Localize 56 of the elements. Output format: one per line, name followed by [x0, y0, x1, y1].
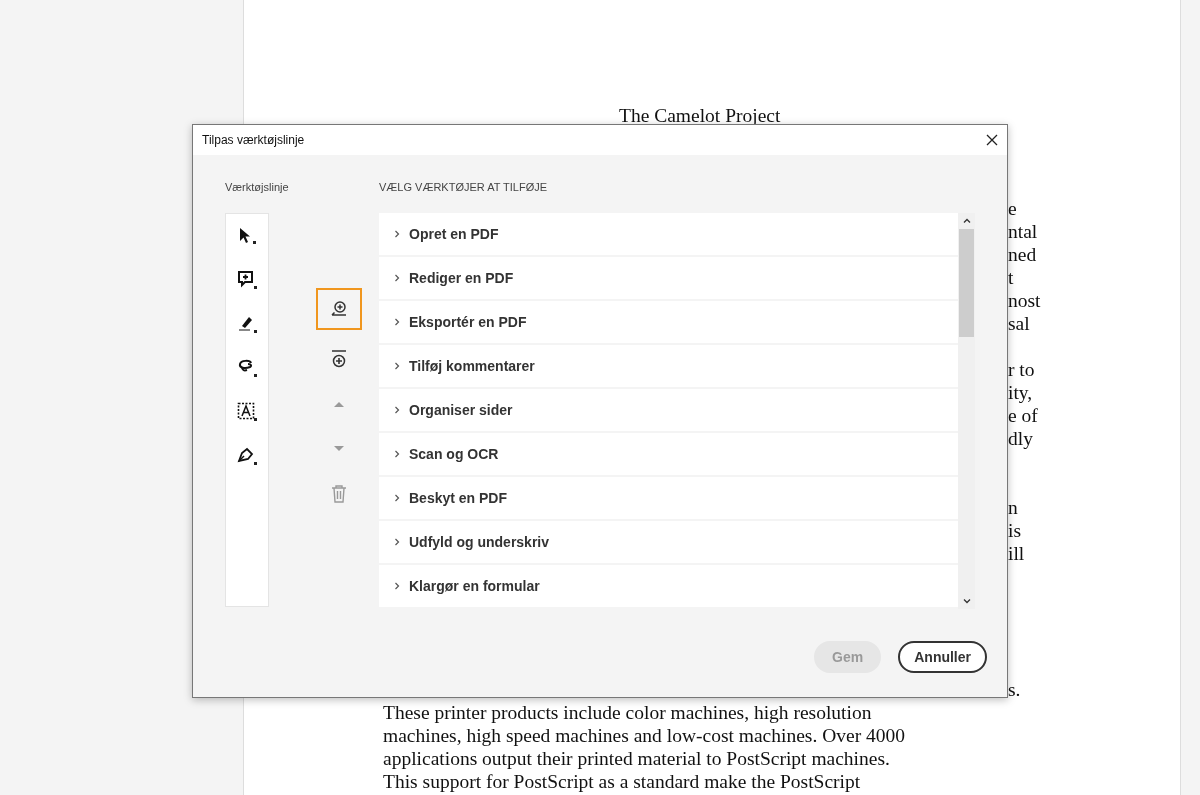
comment-add-icon[interactable] — [237, 270, 257, 290]
document-text: e of — [1008, 405, 1038, 426]
document-text: ity, — [1008, 382, 1033, 403]
chevron-icon — [394, 450, 400, 458]
document-text: ill — [1008, 543, 1025, 564]
document-text: This support for PostScript as a standard make the PostScript — [383, 770, 862, 793]
chevron-icon — [394, 494, 400, 502]
document-text: nost — [1008, 290, 1041, 311]
triangle-down-icon — [332, 444, 346, 454]
chevron-icon — [394, 362, 400, 370]
document-text: t — [1008, 267, 1014, 288]
document-text: applications output their printed material to PostScript machines. — [383, 747, 891, 770]
document-text: machines, high speed machines and low-cost machines. Over 4000 — [383, 724, 907, 747]
add-above-icon — [329, 349, 349, 369]
lasso-icon[interactable] — [237, 358, 257, 378]
tools-heading: VÆLG VÆRKTØJER AT TILFØJE — [379, 181, 549, 195]
chevron-icon — [394, 318, 400, 326]
document-text: dly — [1008, 428, 1033, 449]
chevron-icon — [394, 230, 400, 238]
tool-category-item[interactable]: Tilføj kommentarer — [379, 345, 958, 387]
pen-nib-icon[interactable] — [237, 446, 257, 466]
toolbar-label: Værktøjslinje — [225, 181, 290, 195]
chevron-icon — [394, 406, 400, 414]
chevron-icon — [394, 538, 400, 546]
scrollbar[interactable] — [958, 213, 975, 609]
triangle-up-icon — [332, 399, 346, 409]
document-text: ntal — [1008, 221, 1038, 242]
dialog-title: Tilpas værktøjslinje — [202, 133, 305, 147]
document-text: s. — [1008, 679, 1021, 700]
highlighter-icon[interactable] — [237, 314, 257, 334]
tool-category-item[interactable]: Organiser sider — [379, 389, 958, 431]
document-text: r to — [1008, 359, 1035, 380]
cursor-arrow-icon[interactable] — [237, 226, 257, 246]
document-text: sal — [1008, 313, 1030, 334]
document-text: n — [1008, 497, 1018, 518]
tool-category-item[interactable]: Rediger en PDF — [379, 257, 958, 299]
add-below-icon — [329, 299, 349, 319]
tool-category-item[interactable]: Scan og OCR — [379, 433, 958, 475]
chevron-icon — [394, 274, 400, 282]
text-box-icon[interactable] — [237, 402, 257, 422]
tool-category-item[interactable]: Eksportér en PDF — [379, 301, 958, 343]
trash-icon — [330, 484, 348, 504]
add-tool-button[interactable] — [316, 288, 362, 330]
tool-category-item[interactable]: Udfyld og underskriv — [379, 521, 958, 563]
document-text: These printer products include color machines, high resolution — [383, 701, 873, 724]
document-text: ned — [1008, 244, 1037, 265]
tool-category-item[interactable]: Klargør en formular — [379, 565, 958, 607]
document-text: e — [1008, 198, 1017, 219]
document-title: The Camelot Project — [619, 105, 781, 127]
tool-category-item[interactable]: Beskyt en PDF — [379, 477, 958, 519]
tool-category-item[interactable]: Opret en PDF — [379, 213, 958, 255]
cancel-button[interactable]: Annuller — [898, 641, 987, 673]
document-text: is — [1008, 520, 1021, 541]
close-icon[interactable] — [986, 134, 998, 146]
scrollbar-thumb[interactable] — [959, 229, 974, 337]
chevron-icon — [394, 582, 400, 590]
